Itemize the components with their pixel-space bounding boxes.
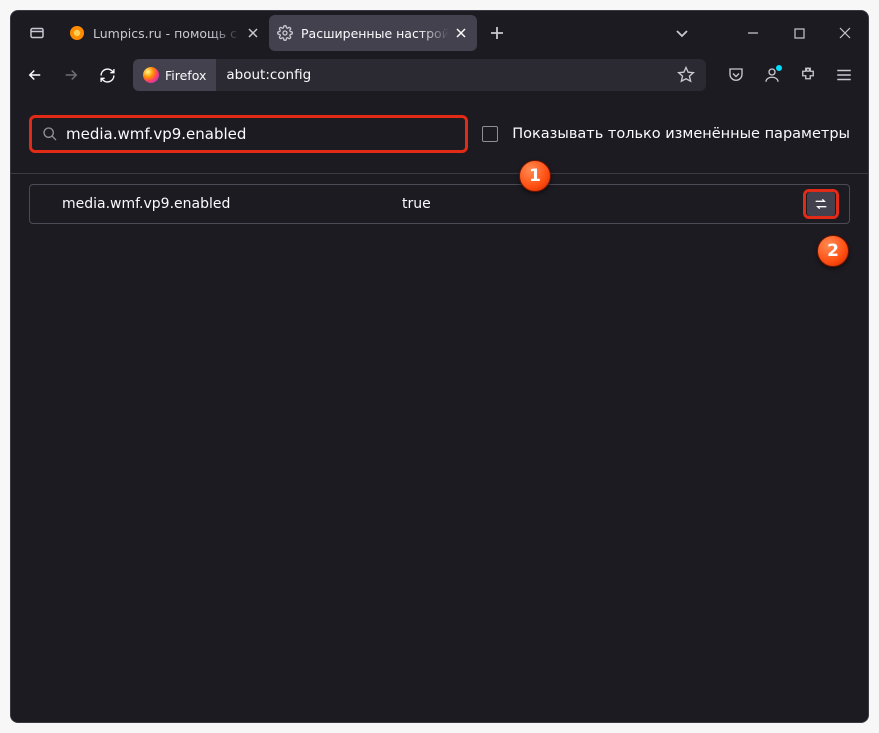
account-button[interactable] <box>756 59 788 91</box>
bookmark-star-icon[interactable] <box>672 61 700 89</box>
forward-button[interactable] <box>55 59 87 91</box>
tab-about-config[interactable]: Расширенные настройки <box>269 15 477 51</box>
new-tab-button[interactable] <box>483 19 511 47</box>
window-controls <box>730 11 868 55</box>
pocket-button[interactable] <box>720 59 752 91</box>
search-row: Показывать только изменённые параметры 1 <box>29 113 850 155</box>
app-menu-button[interactable] <box>828 59 860 91</box>
callout-badge-1: 1 <box>519 160 551 192</box>
urlbar[interactable]: Firefox <box>133 59 706 91</box>
identity-label: Firefox <box>165 68 206 83</box>
toggle-preference-button[interactable] <box>807 192 835 216</box>
tab-label: Расширенные настройки <box>301 26 449 41</box>
about-config-page: Показывать только изменённые параметры 1… <box>11 95 868 722</box>
titlebar: Lumpics.ru - помощь с компью Расширенные… <box>11 11 868 55</box>
tab-strip: Lumpics.ru - помощь с компью Расширенные… <box>61 11 477 55</box>
tab-label: Lumpics.ru - помощь с компью <box>93 26 241 41</box>
config-search-input[interactable] <box>32 118 465 150</box>
preference-row: media.wmf.vp9.enabled true 2 <box>29 184 850 224</box>
lumpics-favicon-icon <box>69 25 85 41</box>
toggle-highlight <box>803 189 839 219</box>
search-container <box>29 115 468 153</box>
browser-window: Lumpics.ru - помощь с компью Расширенные… <box>10 10 869 723</box>
close-tab-icon[interactable] <box>453 25 469 41</box>
notification-dot-icon <box>775 64 783 72</box>
minimize-button[interactable] <box>730 11 776 55</box>
gear-icon <box>277 25 293 41</box>
only-modified-checkbox[interactable] <box>482 126 498 142</box>
tab-lumpics[interactable]: Lumpics.ru - помощь с компью <box>61 15 269 51</box>
extensions-button[interactable] <box>792 59 824 91</box>
divider <box>11 173 868 174</box>
preference-value: true <box>402 196 431 212</box>
reload-button[interactable] <box>91 59 123 91</box>
url-input[interactable] <box>216 67 672 83</box>
maximize-button[interactable] <box>776 11 822 55</box>
search-icon <box>42 126 58 142</box>
callout-badge-2: 2 <box>817 235 849 267</box>
close-window-button[interactable] <box>822 11 868 55</box>
preference-name: media.wmf.vp9.enabled <box>62 196 402 212</box>
close-tab-icon[interactable] <box>245 25 261 41</box>
nav-toolbar: Firefox <box>11 55 868 95</box>
list-all-tabs-button[interactable] <box>19 18 55 48</box>
identity-box[interactable]: Firefox <box>133 59 216 91</box>
back-button[interactable] <box>19 59 51 91</box>
tabs-dropdown-button[interactable] <box>664 18 700 48</box>
firefox-logo-icon <box>143 67 159 83</box>
only-modified-label: Показывать только изменённые параметры <box>512 126 850 142</box>
